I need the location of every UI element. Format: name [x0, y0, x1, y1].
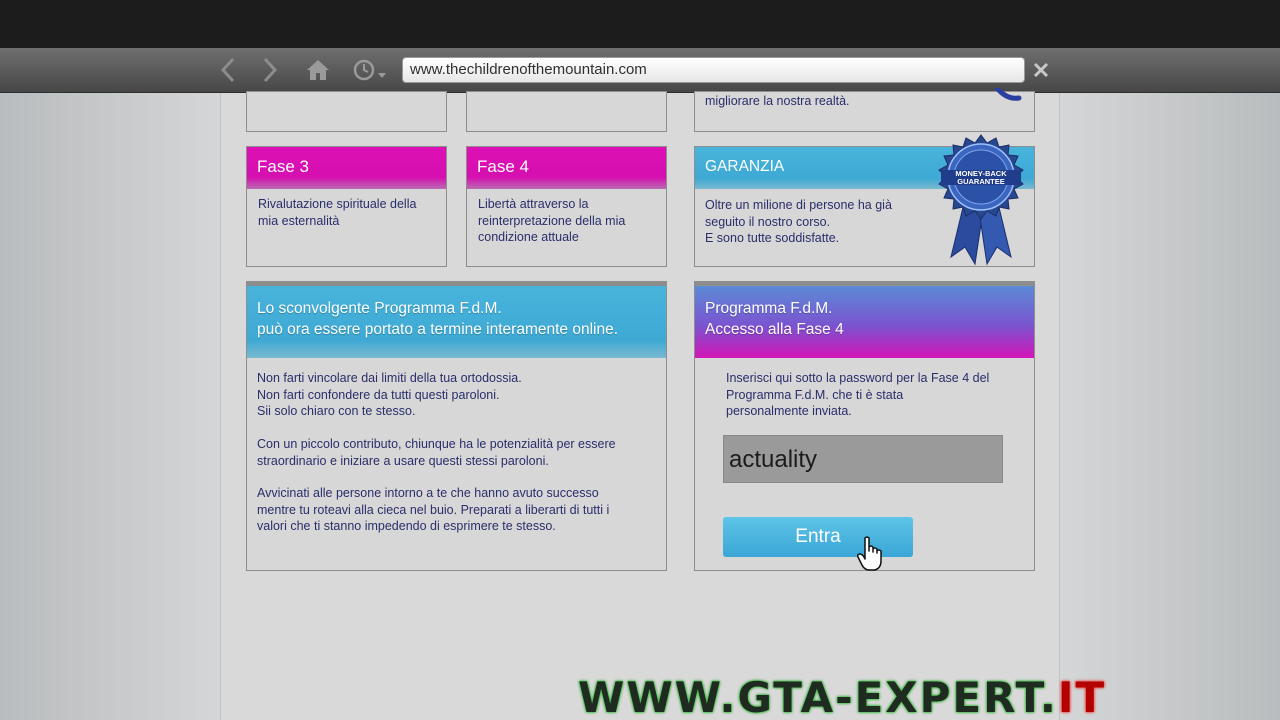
chevron-left-icon[interactable] — [214, 56, 242, 84]
money-back-guarantee-badge: MONEY-BACK GUARANTEE — [938, 134, 1024, 266]
programma-header: Lo sconvolgente Programma F.d.M. può ora… — [247, 282, 666, 358]
garanzia-description: Oltre un milione di persone ha già segui… — [705, 198, 892, 245]
fase3-title: Fase 3 — [257, 157, 309, 176]
programma-paragraph-1: Non farti vincolare dai limiti della tua… — [257, 371, 522, 418]
pen-icon — [994, 88, 1022, 101]
site-watermark: WWW.GTA-EXPERT.IT — [578, 673, 1107, 720]
garanzia-title: GARANZIA — [705, 158, 785, 175]
chevron-right-icon[interactable] — [256, 56, 284, 84]
programma-paragraph-3: Avvicinati alle persone intorno a te che… — [257, 486, 610, 533]
fase4-title: Fase 4 — [477, 157, 529, 176]
home-icon[interactable] — [304, 56, 332, 84]
svg-text:GUARANTEE: GUARANTEE — [957, 177, 1005, 186]
fase3-header: Fase 3 — [247, 147, 446, 189]
fase4-header: Fase 4 — [467, 147, 666, 189]
programma-card: Lo sconvolgente Programma F.d.M. può ora… — [246, 281, 667, 571]
fase4-description: Libertà attraverso la reinterpretazione … — [478, 197, 626, 244]
password-input[interactable]: actuality — [723, 435, 1003, 483]
programma-title: Lo sconvolgente Programma F.d.M. può ora… — [257, 300, 619, 338]
close-icon[interactable] — [1030, 58, 1052, 82]
accesso-instructions: Inserisci qui sotto la password per la F… — [726, 371, 990, 418]
address-bar[interactable]: www.thechildrenofthemountain.com — [402, 57, 1025, 83]
partial-box-middle — [466, 91, 667, 132]
fase3-description: Rivalutazione spirituale della mia ester… — [258, 197, 417, 228]
partial-box-text: migliorare la nostra realtà. — [705, 94, 850, 108]
programma-paragraph-2: Con un piccolo contributo, chiunque ha l… — [257, 437, 616, 468]
partial-box-right: migliorare la nostra realtà. — [694, 88, 1035, 132]
partial-box-left — [246, 91, 447, 132]
accesso-header: Programma F.d.M. Accesso alla Fase 4 — [695, 282, 1034, 358]
hand-cursor-icon — [857, 536, 882, 571]
web-page: migliorare la nostra realtà. Fase 3 Riva… — [220, 88, 1060, 720]
entra-button[interactable]: Entra — [723, 517, 913, 557]
window-top-bar — [0, 0, 1280, 48]
fase3-card: Fase 3 Rivalutazione spirituale della mi… — [246, 146, 447, 267]
accesso-title: Programma F.d.M. Accesso alla Fase 4 — [705, 300, 844, 338]
clock-icon[interactable] — [350, 56, 390, 84]
fase4-card: Fase 4 Libertà attraverso la reinterpret… — [466, 146, 667, 267]
